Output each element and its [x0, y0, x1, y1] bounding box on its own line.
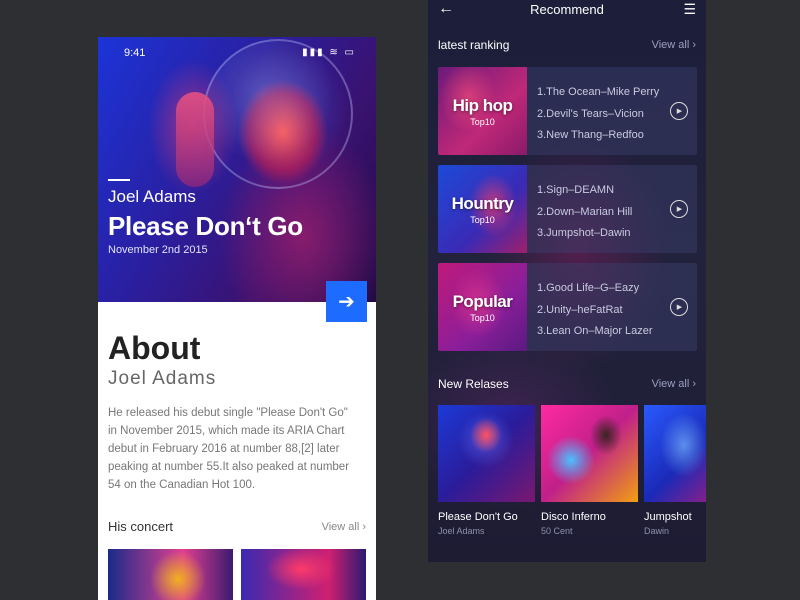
- play-icon[interactable]: ▶: [670, 102, 688, 120]
- ranking-cover: Hip hop Top10: [438, 67, 527, 155]
- hero-image: 9:41 ▮▮▮ ≋ ▭ Joel Adams Please Don‘t Go …: [98, 37, 376, 302]
- track-item: 1.Sign–DEAMN: [537, 184, 615, 196]
- concert-thumbnail[interactable]: [108, 549, 233, 600]
- ranking-cover: Popular Top10: [438, 263, 527, 351]
- track-list: 1.The Ocean–Mike Perry 2.Devil's Tears–V…: [537, 82, 659, 147]
- fishbowl-graphic: [203, 39, 353, 189]
- ranking-card-popular[interactable]: Popular Top10 1.Good Life–G–Eazy 2.Unity…: [438, 263, 697, 351]
- list-menu-icon[interactable]: ☰: [683, 1, 696, 18]
- release-item[interactable]: Jumpshot Dawin: [644, 405, 706, 536]
- about-description: He released his debut single "Please Don…: [108, 407, 350, 491]
- release-item[interactable]: Please Don't Go Joel Adams: [438, 405, 535, 536]
- title-dash: [108, 179, 130, 181]
- track-item: 2.Unity–heFatRat: [537, 303, 623, 316]
- track-item: 1.The Ocean–Mike Perry: [537, 86, 660, 98]
- track-list: 1.Sign–DEAMN 2.Down–Marian Hill 3.Jumpsh…: [537, 180, 632, 245]
- track-item: 3.New Thang–Redfoo: [537, 129, 644, 141]
- ranking-card-hiphop[interactable]: Hip hop Top10 1.The Ocean–Mike Perry 2.D…: [438, 67, 697, 155]
- ranking-card-hountry[interactable]: Hountry Top10 1.Sign–DEAMN 2.Down–Marian…: [438, 165, 697, 253]
- releases-section-title: New Relases: [438, 377, 509, 391]
- release-cover: [438, 405, 535, 502]
- recommend-screen: ← Recommend ☰ latest ranking View all › …: [428, 0, 706, 562]
- status-time: 9:41: [124, 47, 146, 59]
- track-item: 2.Devil's Tears–Vicion: [537, 107, 644, 120]
- play-icon[interactable]: ▶: [670, 200, 688, 218]
- artist-detail-screen: 9:41 ▮▮▮ ≋ ▭ Joel Adams Please Don‘t Go …: [98, 37, 376, 600]
- ranking-view-all-link[interactable]: View all ›: [652, 39, 696, 51]
- genre-label: Hountry: [451, 193, 514, 213]
- track-list: 1.Good Life–G–Eazy 2.Unity–heFatRat 3.Le…: [537, 278, 653, 343]
- play-icon[interactable]: ▶: [670, 298, 688, 316]
- concert-section-title: His concert: [108, 519, 174, 534]
- release-artist: Dawin: [644, 526, 670, 536]
- status-bar: 9:41 ▮▮▮ ≋ ▭: [98, 45, 376, 61]
- about-title: About: [108, 330, 201, 366]
- release-item[interactable]: Disco Inferno 50 Cent: [541, 405, 638, 536]
- track-item: 1.Good Life–G–Eazy: [537, 282, 640, 294]
- genre-label: Hip hop: [452, 95, 513, 115]
- release-title: Disco Inferno: [541, 511, 606, 523]
- about-artist-name: Joel Adams: [108, 368, 217, 389]
- status-icons: ▮▮▮ ≋ ▭: [302, 47, 356, 58]
- track-item: 3.Lean On–Major Lazer: [537, 325, 653, 337]
- ranking-section-title: latest ranking: [438, 38, 510, 52]
- release-title: Jumpshot: [644, 511, 692, 523]
- genre-label: Popular: [452, 291, 513, 311]
- release-cover: [541, 405, 638, 502]
- release-artist: Joel Adams: [438, 526, 485, 536]
- concert-view-all-link[interactable]: View all ›: [322, 521, 366, 533]
- release-cover: [644, 405, 706, 502]
- hero-date: November 2nd 2015: [108, 244, 208, 256]
- releases-view-all-link[interactable]: View all ›: [652, 378, 696, 390]
- track-item: 2.Down–Marian Hill: [537, 205, 633, 218]
- concert-thumbnail[interactable]: [241, 549, 366, 600]
- ranking-cover: Hountry Top10: [438, 165, 527, 253]
- arrow-right-icon: ➔: [338, 291, 355, 313]
- top10-label: Top10: [470, 214, 495, 225]
- release-artist: 50 Cent: [541, 526, 573, 536]
- top10-label: Top10: [470, 116, 495, 127]
- hero-artist: Joel Adams: [108, 187, 196, 206]
- hand-graphic: [176, 92, 214, 187]
- page-title: Recommend: [530, 2, 604, 17]
- hero-song-title: Please Don‘t Go: [108, 211, 303, 241]
- release-title: Please Don't Go: [438, 511, 518, 523]
- go-button[interactable]: ➔: [326, 281, 367, 322]
- top10-label: Top10: [470, 312, 495, 323]
- track-item: 3.Jumpshot–Dawin: [537, 227, 631, 239]
- top-bar: ← Recommend ☰: [428, 0, 706, 22]
